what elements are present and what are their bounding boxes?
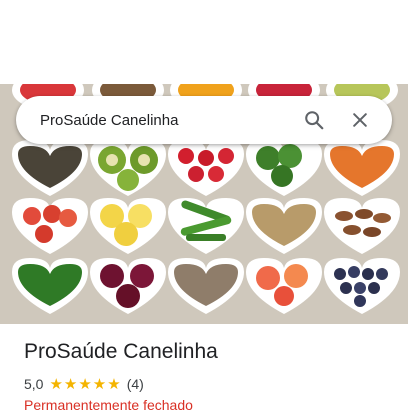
review-count[interactable]: (4) — [127, 376, 144, 392]
close-button[interactable] — [340, 100, 380, 140]
search-icon — [305, 111, 324, 130]
close-icon — [353, 113, 367, 127]
search-input[interactable]: ProSaúde Canelinha — [16, 112, 294, 129]
rating-value: 5,0 — [24, 376, 44, 392]
status-text: Permanentemente fechado — [24, 397, 193, 413]
search-button[interactable] — [294, 100, 334, 140]
place-title: ProSaúde Canelinha — [24, 340, 218, 363]
search-bar[interactable]: ProSaúde Canelinha — [16, 96, 392, 144]
rating-stars: ★★★★★ — [49, 376, 122, 393]
rating-row[interactable]: 5,0 ★★★★★ (4) — [24, 375, 144, 393]
